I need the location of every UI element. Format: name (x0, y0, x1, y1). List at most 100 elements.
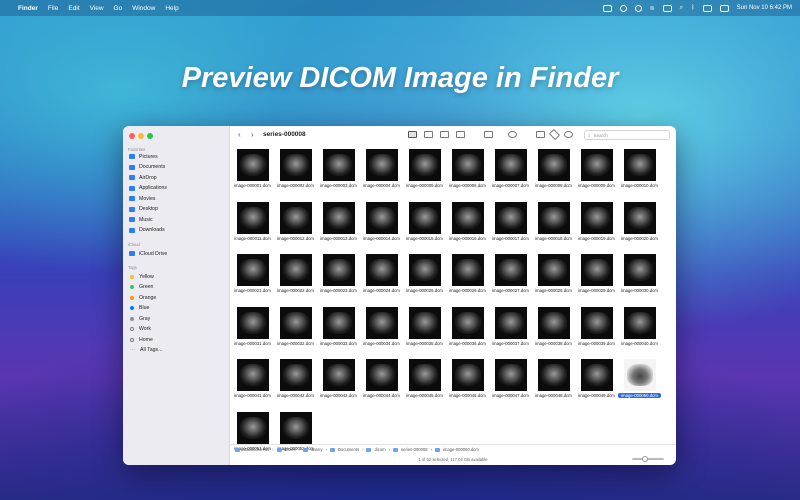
file-item[interactable]: image-000008.dcm (532, 147, 575, 200)
menu-app-name[interactable]: Finder (18, 5, 38, 12)
sidebar-item-downloads[interactable]: Downloads (129, 226, 225, 235)
file-item[interactable]: image-000039.dcm (575, 305, 618, 358)
sidebar-tag-alltags[interactable]: ⋯ All Tags... (129, 346, 225, 355)
file-item[interactable]: image-000030.dcm (618, 252, 661, 305)
bluetooth-icon[interactable]: ᛒ (691, 5, 695, 11)
sidebar-tag-work[interactable]: Work (129, 325, 225, 334)
menu-clock[interactable]: Sun Nov 10 6:42 PM (737, 5, 792, 11)
file-item[interactable]: image-000014.dcm (360, 200, 403, 253)
file-item[interactable]: image-000044.dcm (360, 357, 403, 410)
file-item[interactable]: image-000045.dcm (403, 357, 446, 410)
clock-icon[interactable] (619, 4, 627, 12)
icon-view-icon[interactable] (408, 131, 417, 138)
path-segment[interactable]: Users (285, 447, 296, 452)
file-item[interactable]: image-000007.dcm (489, 147, 532, 200)
focus-icon[interactable] (634, 4, 642, 12)
sidebar-item-music[interactable]: Music (129, 215, 225, 224)
file-item[interactable]: image-000050.dcm (618, 357, 661, 410)
battery-icon[interactable] (702, 4, 712, 12)
file-item[interactable]: image-000034.dcm (360, 305, 403, 358)
wifi-icon[interactable]: ≋ (650, 5, 655, 12)
file-item[interactable]: image-000042.dcm (274, 357, 317, 410)
file-item[interactable]: image-000015.dcm (403, 200, 446, 253)
minimize-button[interactable] (138, 133, 144, 139)
menu-edit[interactable]: Edit (68, 5, 79, 12)
file-item[interactable]: image-000002.dcm (274, 147, 317, 200)
sidebar-tag-home[interactable]: Home (129, 335, 225, 344)
share-icon[interactable] (536, 131, 545, 138)
file-item[interactable]: image-000036.dcm (446, 305, 489, 358)
menu-window[interactable]: Window (132, 5, 155, 12)
search-menu-icon[interactable]: ⌕ (680, 5, 683, 12)
file-item[interactable]: image-000020.dcm (618, 200, 661, 253)
file-item[interactable]: image-000012.dcm (274, 200, 317, 253)
zoom-button[interactable] (147, 133, 153, 139)
path-segment[interactable]: series-000008 (401, 447, 428, 452)
close-button[interactable] (129, 133, 135, 139)
file-item[interactable]: image-000003.dcm (317, 147, 360, 200)
file-item[interactable]: image-000017.dcm (489, 200, 532, 253)
file-item[interactable]: image-000040.dcm (618, 305, 661, 358)
sidebar-tag-gray[interactable]: Gray (129, 314, 225, 323)
sidebar-item-desktop[interactable]: Desktop (129, 205, 225, 214)
file-item[interactable]: image-000018.dcm (532, 200, 575, 253)
file-item[interactable]: image-000011.dcm (231, 200, 274, 253)
file-item[interactable]: image-000022.dcm (274, 252, 317, 305)
forward-button[interactable]: › (251, 130, 254, 139)
path-segment[interactable]: danny (311, 447, 322, 452)
sidebar-tag-orange[interactable]: Orange (129, 293, 225, 302)
action-icon[interactable] (508, 131, 517, 138)
file-item[interactable]: image-000033.dcm (317, 305, 360, 358)
file-item[interactable]: image-000025.dcm (403, 252, 446, 305)
file-item[interactable]: image-000035.dcm (403, 305, 446, 358)
column-view-icon[interactable] (440, 131, 449, 138)
path-segment[interactable]: image-000050.dcm (443, 447, 479, 452)
file-item[interactable]: image-000041.dcm (231, 357, 274, 410)
sidebar-tag-blue[interactable]: Blue (129, 304, 225, 313)
control-center-icon[interactable] (719, 4, 729, 12)
file-item[interactable]: image-000016.dcm (446, 200, 489, 253)
file-item[interactable]: image-000048.dcm (532, 357, 575, 410)
sidebar-item-movies[interactable]: Movies (129, 194, 225, 203)
sidebar-item-icloud-drive[interactable]: iCloud Drive (129, 249, 225, 258)
icon-size-slider[interactable] (632, 456, 664, 462)
file-item[interactable]: image-000023.dcm (317, 252, 360, 305)
file-item[interactable]: image-000047.dcm (489, 357, 532, 410)
file-item[interactable]: image-000038.dcm (532, 305, 575, 358)
file-item[interactable]: image-000037.dcm (489, 305, 532, 358)
file-item[interactable]: image-000032.dcm (274, 305, 317, 358)
sidebar-item-airdrop[interactable]: AirDrop (129, 173, 225, 182)
menu-go[interactable]: Go (114, 5, 123, 12)
path-segment[interactable]: Documents (338, 447, 359, 452)
menu-view[interactable]: View (90, 5, 104, 12)
sidebar-tag-yellow[interactable]: Yellow (129, 272, 225, 281)
list-view-icon[interactable] (424, 131, 433, 138)
file-item[interactable]: image-000024.dcm (360, 252, 403, 305)
back-button[interactable]: ‹ (238, 130, 241, 139)
file-item[interactable]: image-000009.dcm (575, 147, 618, 200)
file-item[interactable]: image-000043.dcm (317, 357, 360, 410)
display-icon[interactable] (602, 4, 612, 12)
file-item[interactable]: image-000046.dcm (446, 357, 489, 410)
path-segment[interactable]: dicom (374, 447, 385, 452)
menu-file[interactable]: File (48, 5, 58, 12)
group-icon[interactable] (484, 131, 493, 138)
file-item[interactable]: image-000027.dcm (489, 252, 532, 305)
sidebar-item-pictures[interactable]: Pictures (129, 152, 225, 161)
file-item[interactable]: image-000049.dcm (575, 357, 618, 410)
gallery-view-icon[interactable] (456, 131, 465, 138)
file-item[interactable]: image-000010.dcm (618, 147, 661, 200)
file-item[interactable]: image-000026.dcm (446, 252, 489, 305)
tag-icon[interactable] (548, 128, 561, 141)
menu-help[interactable]: Help (165, 5, 178, 12)
file-item[interactable]: image-000019.dcm (575, 200, 618, 253)
sidebar-item-documents[interactable]: Documents (129, 163, 225, 172)
file-item[interactable]: image-000005.dcm (403, 147, 446, 200)
file-item[interactable]: image-000028.dcm (532, 252, 575, 305)
search-field[interactable]: ⌕ Search (584, 130, 670, 140)
file-item[interactable]: image-000006.dcm (446, 147, 489, 200)
file-item[interactable]: image-000031.dcm (231, 305, 274, 358)
more-icon[interactable] (564, 131, 573, 138)
file-item[interactable]: image-000013.dcm (317, 200, 360, 253)
file-item[interactable]: image-000029.dcm (575, 252, 618, 305)
